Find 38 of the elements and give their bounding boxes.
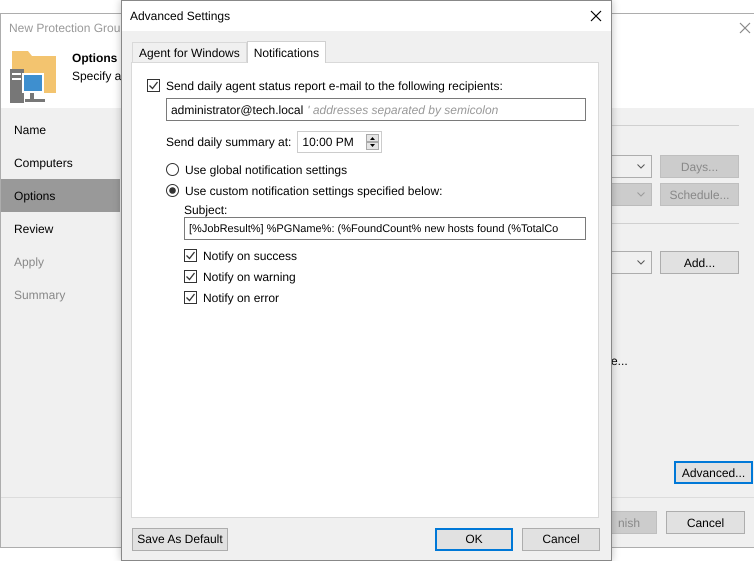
page-title: Options [72,51,118,65]
radio-label: Use custom notification settings specified below: [185,184,442,198]
wizard-step[interactable]: Options [1,179,120,212]
add-button[interactable]: Add... [660,251,739,274]
save-default-button[interactable]: Save As Default [132,528,228,550]
radio-button[interactable] [166,163,179,176]
dialog-title: Advanced Settings [130,9,230,23]
recipients-field[interactable]: administrator@tech.local ' addresses separated by semicolon [166,98,586,121]
page-subtitle: Specify a [72,69,122,83]
ok-button[interactable]: OK [435,528,513,550]
checkbox-label: Notify on error [203,290,280,304]
advanced-button[interactable]: Advanced... [674,461,753,484]
wizard-step[interactable]: Name [1,113,120,146]
checkbox[interactable] [184,249,197,262]
chevron-down-icon [637,260,645,265]
chevron-down-icon [637,164,645,169]
checkbox-label: Notify on success [203,248,298,262]
tab[interactable]: Agent for Windows [132,42,247,62]
wizard-step[interactable]: Computers [1,146,120,179]
time-label: Send daily summary at: [166,135,292,149]
checkbox[interactable] [184,270,197,283]
checkbox-label: Send daily agent status report e-mail to the following recipients: [166,78,503,92]
time-field[interactable]: 10:00 PM [297,131,382,153]
cancel-button[interactable]: Cancel [666,511,745,534]
subject-label: Subject: [184,203,228,217]
tab[interactable]: Notifications [246,41,326,63]
cancel-button[interactable]: Cancel [522,528,600,550]
close-icon[interactable] [590,10,602,22]
radio-label: Use global notification settings [185,162,348,176]
chevron-down-icon [637,192,645,197]
spin-arrows-icon[interactable] [366,134,380,150]
wizard-step[interactable]: Review [1,212,120,245]
window-title: New Protection Grou [9,20,120,34]
radio-button[interactable] [166,184,179,197]
subject-field[interactable]: [%JobResult%] %PGName%: (%FoundCount% new hosts found (%TotalCo [184,217,586,240]
checkbox-label: Notify on warning [203,270,296,284]
checkbox[interactable] [147,79,160,92]
checkbox[interactable] [184,291,197,304]
